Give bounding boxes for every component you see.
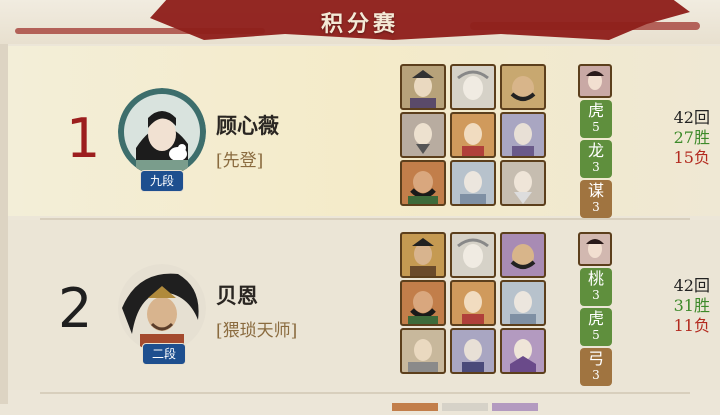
rank-number: 1 [66,107,101,170]
hero-portrait-icon[interactable] [450,232,496,278]
hero-portrait-icon[interactable] [450,280,496,326]
tag-badge[interactable]: 虎5 [580,308,612,346]
player-avatar-icon[interactable] [118,88,206,176]
tag-count: 3 [592,288,600,302]
rank-number: 2 [58,277,93,340]
hero-portrait-icon[interactable] [500,112,546,158]
losses-count: 15负 [673,148,710,167]
header-bar: 积分赛 [0,0,720,44]
hero-portrait-icon[interactable] [450,160,496,206]
hero-portrait-icon[interactable] [400,232,446,278]
tag-badge[interactable]: 龙3 [580,140,612,178]
skin-portrait-icon[interactable] [578,232,612,266]
leaderboard-row[interactable]: 1 九段 顾心薇 [先登] 虎5 龙3 谋3 42回 27胜 15负 [8,46,720,218]
hero-portrait-icon[interactable] [500,328,546,374]
hero-portrait-icon[interactable] [400,112,446,158]
record-stats: 42回 27胜 15负 [656,108,710,168]
tag-count: 5 [592,120,600,134]
tag-count: 3 [592,160,600,174]
player-title: [猥琐天师] [216,321,298,341]
row-divider [40,392,690,394]
wins-count: 27胜 [673,128,710,147]
wins-count: 31胜 [673,296,710,315]
hero-portrait-icon[interactable] [500,280,546,326]
player-name[interactable]: 顾心薇 [216,110,279,140]
level-badge: 二段 [142,343,186,365]
tag-count: 5 [592,328,600,342]
hero-portrait-icon[interactable] [500,160,546,206]
tag-label: 谋 [587,181,604,200]
tag-badge[interactable]: 弓3 [580,348,612,386]
hero-portrait-icon[interactable] [450,328,496,374]
player-title: [先登] [216,151,264,171]
total-matches: 42回 [673,276,710,295]
next-row-peek [392,396,542,411]
player-avatar-icon[interactable] [118,264,206,352]
tag-badge[interactable]: 虎5 [580,100,612,138]
hero-portrait-icon[interactable] [400,280,446,326]
hero-portrait-icon[interactable] [400,160,446,206]
losses-count: 11负 [673,316,710,335]
record-stats: 42回 31胜 11负 [656,276,710,336]
skin-portrait-icon[interactable] [578,64,612,98]
player-name[interactable]: 贝恩 [216,280,258,310]
page-title: 积分赛 [320,11,399,37]
tag-badge[interactable]: 桃3 [580,268,612,306]
hero-portrait-icon[interactable] [400,64,446,110]
tag-badge[interactable]: 谋3 [580,180,612,218]
tag-label: 龙 [587,141,604,160]
tag-label: 桃 [587,269,604,288]
hero-portrait-icon[interactable] [500,64,546,110]
tag-label: 虎 [587,309,604,328]
hero-portrait-icon[interactable] [450,64,496,110]
tag-label: 虎 [587,101,604,120]
hero-portrait-icon[interactable] [450,112,496,158]
tag-count: 3 [592,200,600,214]
tag-label: 弓 [587,349,604,368]
leaderboard-row[interactable]: 2 二段 贝恩 [猥琐天师] 桃3 虎5 弓3 42回 31胜 11负 [8,220,720,390]
hero-portrait-icon[interactable] [500,232,546,278]
total-matches: 42回 [673,108,710,127]
level-badge: 九段 [140,170,184,192]
left-edge-strip [0,44,8,404]
hero-portrait-icon[interactable] [400,328,446,374]
tag-count: 3 [592,368,600,382]
